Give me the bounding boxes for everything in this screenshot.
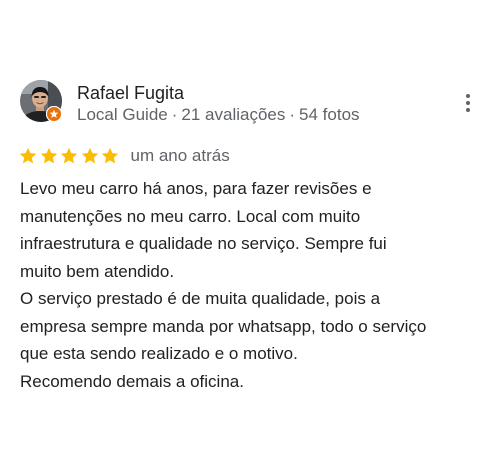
rating-row: um ano atrás xyxy=(18,145,230,167)
review-text-line: empresa sempre manda por whatsapp, todo … xyxy=(20,316,427,336)
author-name[interactable]: Rafael Fugita xyxy=(77,82,184,104)
local-guide-badge-icon xyxy=(46,106,62,122)
review-text: Levo meu carro há anos, para fazer revis… xyxy=(20,175,482,395)
meta-separator: · xyxy=(289,105,296,124)
photos-count: 54 fotos xyxy=(299,105,360,124)
review-date: um ano atrás xyxy=(130,146,230,165)
star-icon xyxy=(60,147,78,164)
review-text-line: que esta sendo realizado e o motivo. xyxy=(20,344,298,363)
review-text-line: Levo meu carro há anos, para fazer revis… xyxy=(20,179,372,198)
review-card: Rafael Fugita Local Guide · 21 avaliações ·… xyxy=(0,0,500,466)
reviews-count: 21 avaliações xyxy=(181,105,286,124)
review-text-line: manutenções no meu carro. Local com muit… xyxy=(20,206,361,226)
more-vert-icon xyxy=(466,94,470,112)
star-icon xyxy=(101,147,119,164)
star-icon xyxy=(19,147,37,164)
local-guide-label: Local Guide xyxy=(77,105,168,124)
author-avatar[interactable] xyxy=(20,80,62,122)
review-text-line: infraestrutura e qualidade no serviço. S… xyxy=(20,234,387,253)
star-rating xyxy=(18,146,121,166)
star-icon xyxy=(40,147,57,164)
review-text-line: muito bem atendido. xyxy=(20,261,175,281)
meta-separator: · xyxy=(171,105,178,124)
review-text-line: O serviço prestado é de muita qualidade,… xyxy=(20,289,381,308)
more-options-button[interactable] xyxy=(456,90,480,116)
review-text-line: Recomendo demais a oficina. xyxy=(20,371,244,391)
author-meta[interactable]: Local Guide · 21 avaliações · 54 fotos xyxy=(77,105,360,125)
star-icon xyxy=(81,147,98,164)
